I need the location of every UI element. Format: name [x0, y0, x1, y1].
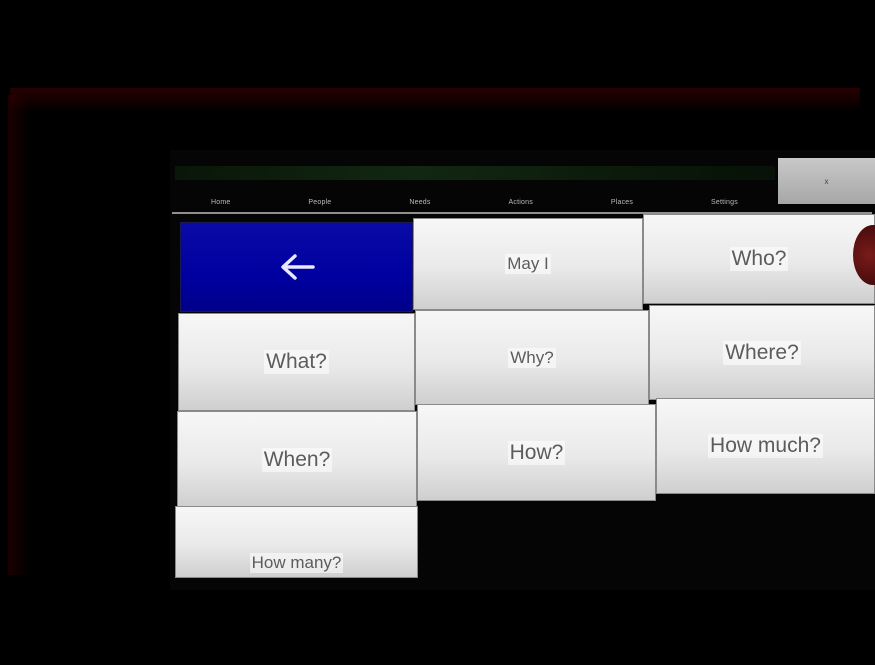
tab-people[interactable]: People	[304, 197, 335, 208]
when-button[interactable]: When?	[177, 411, 417, 508]
who-button[interactable]: Who?	[643, 214, 875, 304]
tab-settings[interactable]: Settings	[707, 197, 742, 208]
why-label: Why?	[508, 347, 556, 368]
tab-places[interactable]: Places	[607, 197, 637, 208]
may-i-label: May I	[505, 254, 551, 274]
corner-tab-label: x	[824, 176, 829, 186]
how-button[interactable]: How?	[417, 404, 656, 501]
may-i-button[interactable]: May I	[413, 218, 643, 310]
tab-home[interactable]: Home	[207, 197, 234, 208]
how-many-label: How many?	[249, 553, 344, 573]
tab-needs[interactable]: Needs	[405, 197, 434, 208]
how-many-button[interactable]: How many?	[175, 506, 418, 578]
tab-actions[interactable]: Actions	[505, 197, 537, 208]
why-button[interactable]: Why?	[415, 310, 649, 405]
who-label: Who?	[729, 247, 789, 271]
title-bar	[175, 166, 775, 180]
how-label: How?	[507, 440, 566, 465]
back-button[interactable]	[180, 222, 413, 312]
what-button[interactable]: What?	[178, 313, 415, 411]
what-label: What?	[264, 350, 329, 374]
screen-bezel-top	[10, 88, 860, 110]
left-arrow-icon	[280, 254, 315, 280]
when-label: When?	[261, 447, 333, 472]
nav-tabs: Home People Needs Actions Places Setting…	[172, 190, 777, 214]
how-much-button[interactable]: How much?	[656, 398, 875, 494]
screen-bezel-left	[8, 95, 30, 575]
where-button[interactable]: Where?	[649, 305, 875, 400]
where-label: Where?	[723, 340, 801, 365]
how-much-label: How much?	[708, 434, 823, 458]
photo-frame: Home People Needs Actions Places Setting…	[0, 0, 875, 665]
corner-tab[interactable]: x	[778, 158, 875, 204]
